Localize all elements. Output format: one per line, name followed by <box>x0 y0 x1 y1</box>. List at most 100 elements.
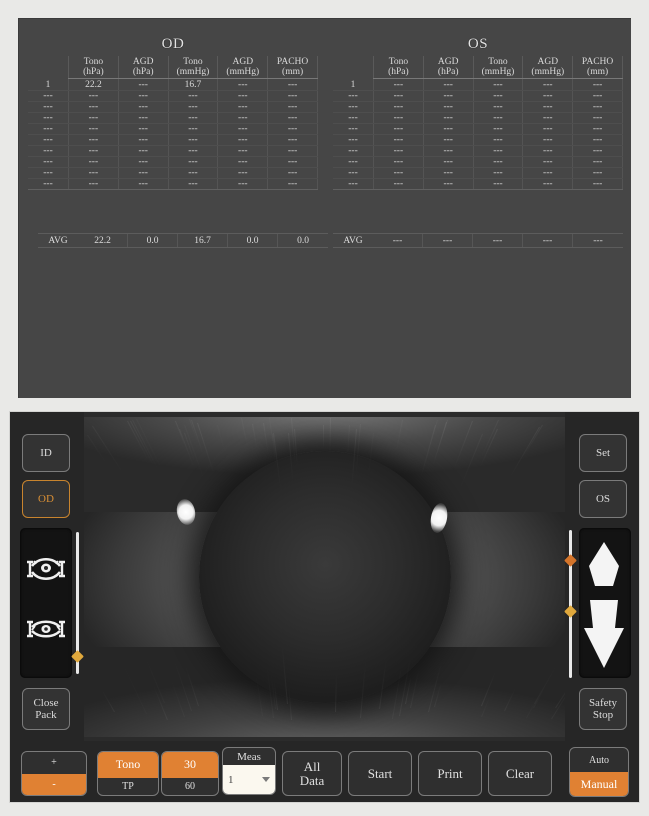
table-row[interactable]: --- --- --- --- --- --- <box>28 135 318 146</box>
row-value-cell: --- <box>268 113 318 124</box>
table-row[interactable]: --- --- --- --- --- --- <box>28 179 318 190</box>
table-row[interactable]: 1 --- --- --- --- --- <box>333 79 623 91</box>
row-index-cell: --- <box>333 157 374 168</box>
table-row[interactable]: --- --- --- --- --- --- <box>333 102 623 113</box>
table-row[interactable]: 1 22.2 --- 16.7 --- --- <box>28 79 318 91</box>
start-button[interactable]: Start <box>348 751 412 796</box>
row-value-cell: --- <box>523 157 573 168</box>
chevron-down-icon[interactable] <box>262 777 270 782</box>
right-slider-knob-upper[interactable] <box>564 554 577 567</box>
table-row[interactable]: --- --- --- --- --- --- <box>28 157 318 168</box>
tono-tp-label[interactable]: TP <box>98 778 158 795</box>
row-value-cell: --- <box>573 79 623 91</box>
row-index-cell: --- <box>333 102 374 113</box>
row-value-cell: --- <box>69 157 119 168</box>
row-value-cell: --- <box>473 168 523 179</box>
od-col3-unit: (mmHg) <box>218 67 267 77</box>
row-value-cell: --- <box>473 135 523 146</box>
row-value-cell: --- <box>573 157 623 168</box>
row-value-cell: --- <box>118 124 168 135</box>
stepper-increase-button[interactable]: + <box>22 752 86 774</box>
os-index-header <box>333 56 374 79</box>
table-row[interactable]: --- --- --- --- --- --- <box>333 124 623 135</box>
row-value-cell: --- <box>374 113 424 124</box>
table-row[interactable]: --- --- --- --- --- --- <box>28 168 318 179</box>
os-col2-name: Tono <box>474 57 523 67</box>
table-row[interactable]: --- --- --- --- --- --- <box>333 168 623 179</box>
eye-open-wide-icon[interactable] <box>23 554 69 584</box>
all-data-button[interactable]: All Data <box>282 751 342 796</box>
table-row[interactable]: --- --- --- --- --- --- <box>333 113 623 124</box>
pressure-value-60[interactable]: 60 <box>162 778 218 795</box>
row-value-cell: --- <box>523 113 573 124</box>
row-value-cell: --- <box>523 124 573 135</box>
os-average-row: AVG --- --- --- --- --- <box>333 233 623 248</box>
close-pack-button[interactable]: Close Pack <box>22 688 70 730</box>
auto-option[interactable]: Auto <box>570 748 628 772</box>
os-col-header-3: AGD (mmHg) <box>523 56 573 79</box>
table-row[interactable]: --- --- --- --- --- --- <box>333 146 623 157</box>
row-value-cell: --- <box>69 113 119 124</box>
auto-manual-toggle[interactable]: Auto Manual <box>569 747 629 797</box>
bottom-toolbar: + - Tono TP 30 60 Meas 1 All Data Start … <box>10 741 639 802</box>
os-avg-1: --- <box>423 234 473 247</box>
row-value-cell: --- <box>268 179 318 190</box>
table-row[interactable]: --- --- --- --- --- --- <box>333 135 623 146</box>
id-button[interactable]: ID <box>22 434 70 472</box>
meas-select-field[interactable]: 1 <box>223 765 275 794</box>
row-value-cell: --- <box>473 102 523 113</box>
table-row[interactable]: --- --- --- --- --- --- <box>333 157 623 168</box>
right-slider-knob-lower[interactable] <box>564 605 577 618</box>
row-value-cell: --- <box>118 135 168 146</box>
table-row[interactable]: --- --- --- --- --- --- <box>28 113 318 124</box>
row-value-cell: --- <box>423 168 473 179</box>
table-row[interactable]: --- --- --- --- --- --- <box>333 179 623 190</box>
os-col-header-2: Tono (mmHg) <box>473 56 523 79</box>
manual-option[interactable]: Manual <box>570 772 628 796</box>
print-button[interactable]: Print <box>418 751 482 796</box>
row-value-cell: --- <box>573 135 623 146</box>
tono-mode-button[interactable]: Tono TP <box>97 751 159 796</box>
table-row[interactable]: --- --- --- --- --- --- <box>333 91 623 102</box>
od-eye-select-button[interactable]: OD <box>22 480 70 518</box>
od-col1-unit: (hPa) <box>119 67 168 77</box>
eye-narrow-icon[interactable] <box>23 614 69 644</box>
right-slider-rail[interactable] <box>569 530 572 678</box>
live-view-panel: Tuesday 2018-07-31 15:54:23 Operator Man… <box>10 412 639 802</box>
table-row[interactable]: --- --- --- --- --- --- <box>28 146 318 157</box>
os-eye-select-button[interactable]: OS <box>579 480 627 518</box>
pressure-range-button[interactable]: 30 60 <box>161 751 219 796</box>
table-row[interactable]: --- --- --- --- --- --- <box>28 124 318 135</box>
row-index-cell: --- <box>28 135 69 146</box>
os-avg-2: --- <box>473 234 523 247</box>
safety-stop-button[interactable]: Safety Stop <box>579 688 627 730</box>
os-col4-unit: (mm) <box>573 67 622 77</box>
left-height-slider-track[interactable] <box>20 528 72 678</box>
measurement-count-select[interactable]: Meas 1 <box>222 747 276 795</box>
stepper-decrease-button[interactable]: - <box>22 774 86 796</box>
left-slider-knob[interactable] <box>71 650 84 663</box>
os-col-header-1: AGD (hPa) <box>423 56 473 79</box>
move-up-icon[interactable] <box>583 540 625 588</box>
os-avg-3: --- <box>523 234 573 247</box>
row-value-cell: --- <box>374 124 424 135</box>
table-row[interactable]: --- --- --- --- --- --- <box>28 102 318 113</box>
od-col1-name: AGD <box>119 57 168 67</box>
clear-button[interactable]: Clear <box>488 751 552 796</box>
eye-camera-image[interactable] <box>84 417 565 737</box>
row-value-cell: --- <box>218 135 268 146</box>
intensity-stepper[interactable]: + - <box>21 751 87 796</box>
pressure-value-30[interactable]: 30 <box>162 752 218 778</box>
row-value-cell: --- <box>423 157 473 168</box>
row-index-cell: --- <box>333 179 374 190</box>
move-down-icon[interactable] <box>579 598 629 670</box>
row-value-cell: --- <box>473 124 523 135</box>
row-value-cell: --- <box>523 168 573 179</box>
set-button[interactable]: Set <box>579 434 627 472</box>
row-index-cell: --- <box>333 124 374 135</box>
table-row[interactable]: --- --- --- --- --- --- <box>28 91 318 102</box>
meas-label: Meas <box>223 748 275 765</box>
tono-label[interactable]: Tono <box>98 752 158 778</box>
row-value-cell: --- <box>523 102 573 113</box>
os-col0-name: Tono <box>374 57 423 67</box>
